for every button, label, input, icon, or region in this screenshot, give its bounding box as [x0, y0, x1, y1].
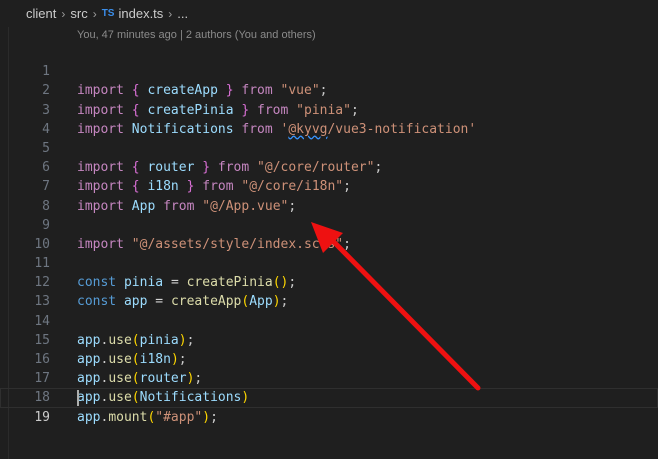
code-line[interactable]: 10	[0, 216, 658, 252]
line-number: 19	[34, 409, 50, 425]
code-line[interactable]: 6 import { i18n } from "@/core/i18n";	[0, 139, 658, 194]
code-line[interactable]: 5 import { router } from "@/core/router"…	[0, 120, 658, 175]
code-line[interactable]: 17 app.use(Notifications)	[0, 350, 658, 405]
code-line[interactable]: 4	[0, 101, 658, 137]
code-line[interactable]: 9 import "@/assets/style/index.scss";	[0, 197, 658, 252]
breadcrumb-item-client[interactable]: client	[26, 6, 56, 21]
breadcrumb: client › src › TS index.ts › ...	[0, 0, 658, 27]
code-line[interactable]: 12 const app = createApp(App);	[0, 254, 658, 309]
text-cursor	[77, 390, 79, 407]
code-line[interactable]: 14 app.use(pinia);	[0, 292, 658, 348]
typescript-file-icon: TS	[101, 8, 115, 19]
code-editor[interactable]: 1 import { createApp } from "vue"; 2 imp…	[0, 43, 658, 425]
breadcrumb-item-file[interactable]: index.ts	[118, 6, 163, 21]
code-line[interactable]: 7 import App from "@/App.vue";	[0, 158, 658, 213]
code-line[interactable]: 15 app.use(i18n);	[0, 312, 658, 367]
code-line[interactable]: 11 const pinia = createPinia();	[0, 235, 658, 290]
code-line[interactable]: 1 import { createApp } from "vue";	[0, 43, 658, 98]
code-content: app.mount("#app");	[77, 409, 218, 425]
code-line[interactable]: 3 import Notifications from '@kyvg/vue3-…	[0, 81, 658, 137]
code-line[interactable]: 8	[0, 177, 658, 214]
breadcrumb-item-src[interactable]: src	[70, 6, 87, 21]
code-line[interactable]: 13	[0, 273, 658, 309]
chevron-right-icon: ›	[92, 6, 97, 21]
code-line[interactable]: 18 app.mount("#app");	[0, 369, 658, 424]
code-line[interactable]: 16 app.use(router);	[0, 331, 658, 386]
code-line[interactable]: 2 import { createPinia } from "pinia";	[0, 62, 658, 117]
code-line-current[interactable]: 19	[0, 388, 658, 425]
git-blame-codelens[interactable]: You, 47 minutes ago | 2 authors (You and…	[77, 27, 316, 43]
breadcrumb-ellipsis[interactable]: ...	[177, 6, 188, 21]
chevron-right-icon: ›	[168, 6, 173, 21]
chevron-right-icon: ›	[61, 6, 66, 21]
